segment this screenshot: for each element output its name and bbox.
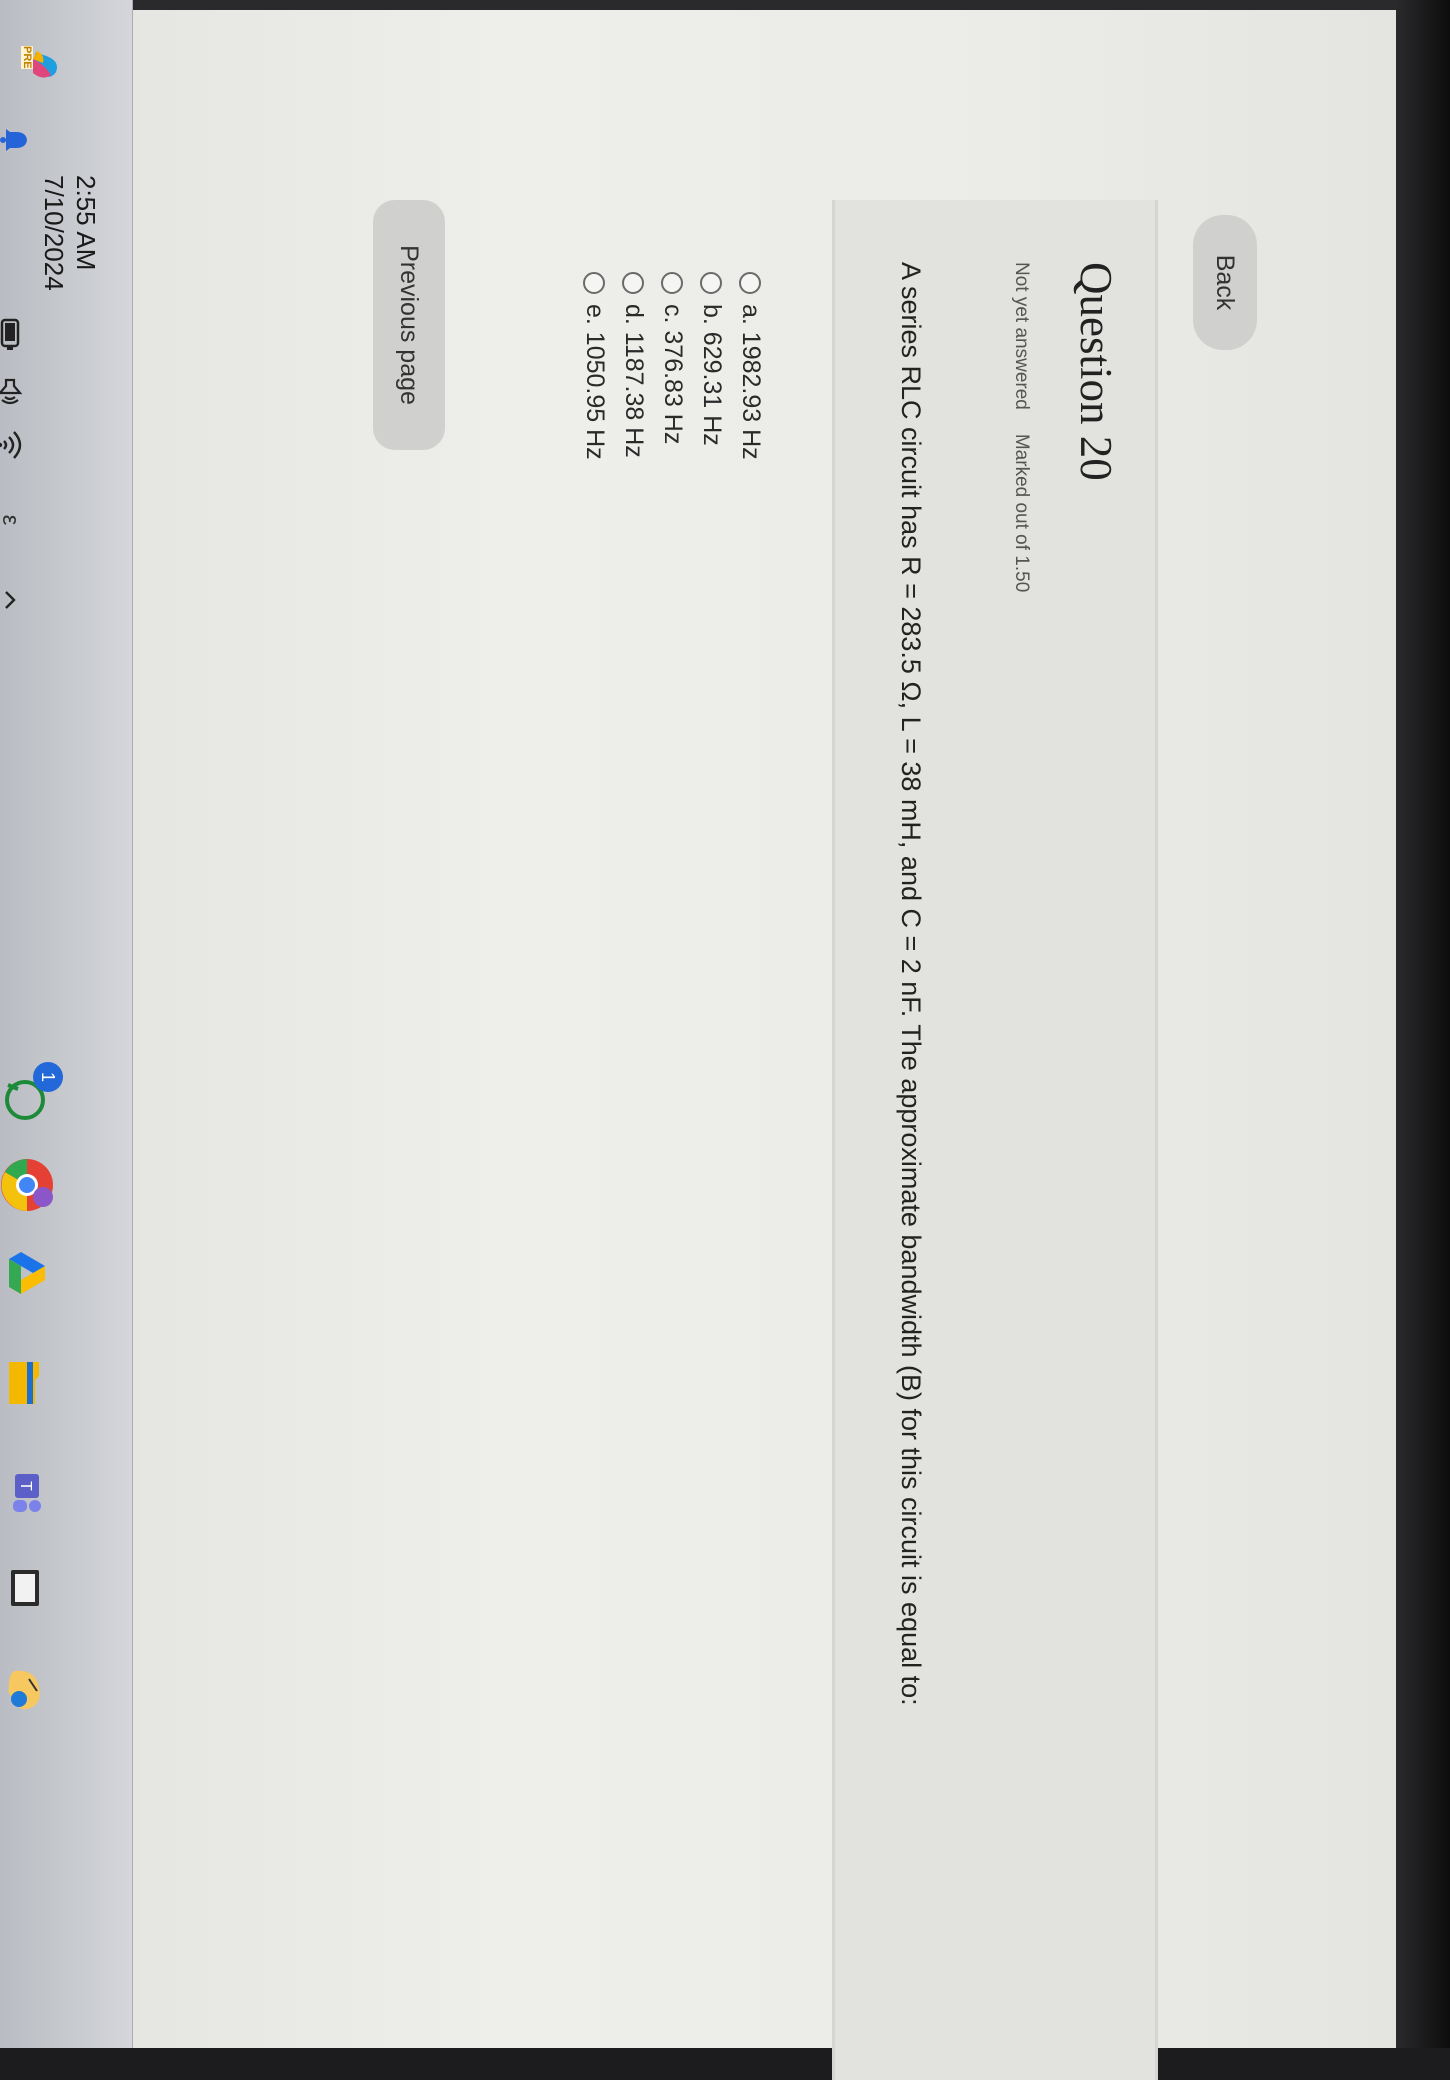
store-bag-icon: [11, 1569, 40, 1606]
question-panel: [832, 200, 1158, 2080]
clock-date: 7/10/2024: [39, 175, 69, 291]
bell-shape-icon: [0, 129, 27, 151]
question-status-line: Not yet answered Marked out of 1.50: [1010, 262, 1032, 592]
answer-option-b[interactable]: b. 629.31 Hz: [692, 272, 731, 460]
option-label: d. 1187.38 Hz: [620, 304, 648, 458]
input-indicator-icon[interactable]: ε: [0, 505, 28, 535]
rotated-page: Back Question 20 Not yet answered Marked …: [0, 0, 1380, 2080]
browser-logo-icon: [1, 1159, 53, 1211]
radio-button[interactable]: [700, 272, 723, 294]
whatsapp-app-icon[interactable]: 1: [0, 1062, 63, 1130]
taskbar-clock[interactable]: 2:55 AM 7/10/2024: [38, 175, 102, 291]
battery-icon[interactable]: [0, 315, 30, 355]
clock-time: 2:55 AM: [71, 175, 101, 271]
wifi-shape-icon: [0, 431, 22, 459]
answer-status: Not yet answered: [1011, 262, 1032, 410]
svg-text:T: T: [18, 1481, 35, 1491]
answer-option-c[interactable]: c. 376.83 Hz: [653, 272, 692, 460]
radio-button[interactable]: [739, 272, 762, 294]
volume-icon[interactable]: [0, 372, 30, 412]
option-label: c. 376.83 Hz: [659, 304, 687, 445]
input-glyph: ε: [0, 515, 24, 526]
answer-options: a. 1982.93 Hz b. 629.31 Hz c. 376.83 Hz …: [575, 272, 770, 460]
back-button[interactable]: Back: [1193, 215, 1257, 350]
paint-app-icon[interactable]: [0, 1660, 55, 1720]
previous-page-button[interactable]: Previous page: [373, 200, 445, 450]
speaker-shape-icon: [0, 378, 23, 405]
notification-badge: 1: [33, 1062, 63, 1092]
marks-info: Marked out of 1.50: [1011, 433, 1032, 593]
wifi-icon[interactable]: [0, 425, 30, 465]
answer-option-d[interactable]: d. 1187.38 Hz: [614, 272, 653, 460]
battery-shape-icon: [0, 318, 20, 350]
chrome-app-icon[interactable]: [0, 1150, 62, 1220]
teams-app-icon[interactable]: T: [0, 1465, 55, 1520]
teams-logo-icon: T: [13, 1473, 42, 1512]
copilot-pre-icon[interactable]: PRE: [15, 40, 75, 90]
radio-button[interactable]: [583, 272, 606, 294]
question-title: Question 20: [1071, 262, 1121, 481]
drive-triangle-icon: [9, 1251, 46, 1294]
pre-label: PRE: [21, 46, 33, 69]
store-app-icon[interactable]: [0, 1560, 55, 1615]
question-text: A series RLC circuit has R = 283.5 Ω, L …: [896, 262, 926, 1706]
option-label: b. 629.31 Hz: [698, 304, 726, 446]
monitor-bezel-right: [1396, 0, 1450, 2048]
file-explorer-app-icon[interactable]: [0, 1355, 55, 1410]
folder-icon: [9, 1361, 40, 1404]
google-drive-app-icon[interactable]: [0, 1245, 55, 1300]
radio-button[interactable]: [661, 272, 684, 294]
answer-option-e[interactable]: e. 1050.95 Hz: [575, 272, 614, 460]
radio-button[interactable]: [622, 272, 645, 294]
option-label: a. 1982.93 Hz: [737, 304, 765, 460]
answer-option-a[interactable]: a. 1982.93 Hz: [731, 272, 770, 460]
chevron-shape-icon: [5, 591, 16, 609]
paint-palette-icon: [9, 1670, 41, 1710]
option-label: e. 1050.95 Hz: [581, 304, 609, 460]
notification-bell-icon[interactable]: [0, 120, 35, 160]
chevron-up-icon[interactable]: [0, 585, 25, 615]
